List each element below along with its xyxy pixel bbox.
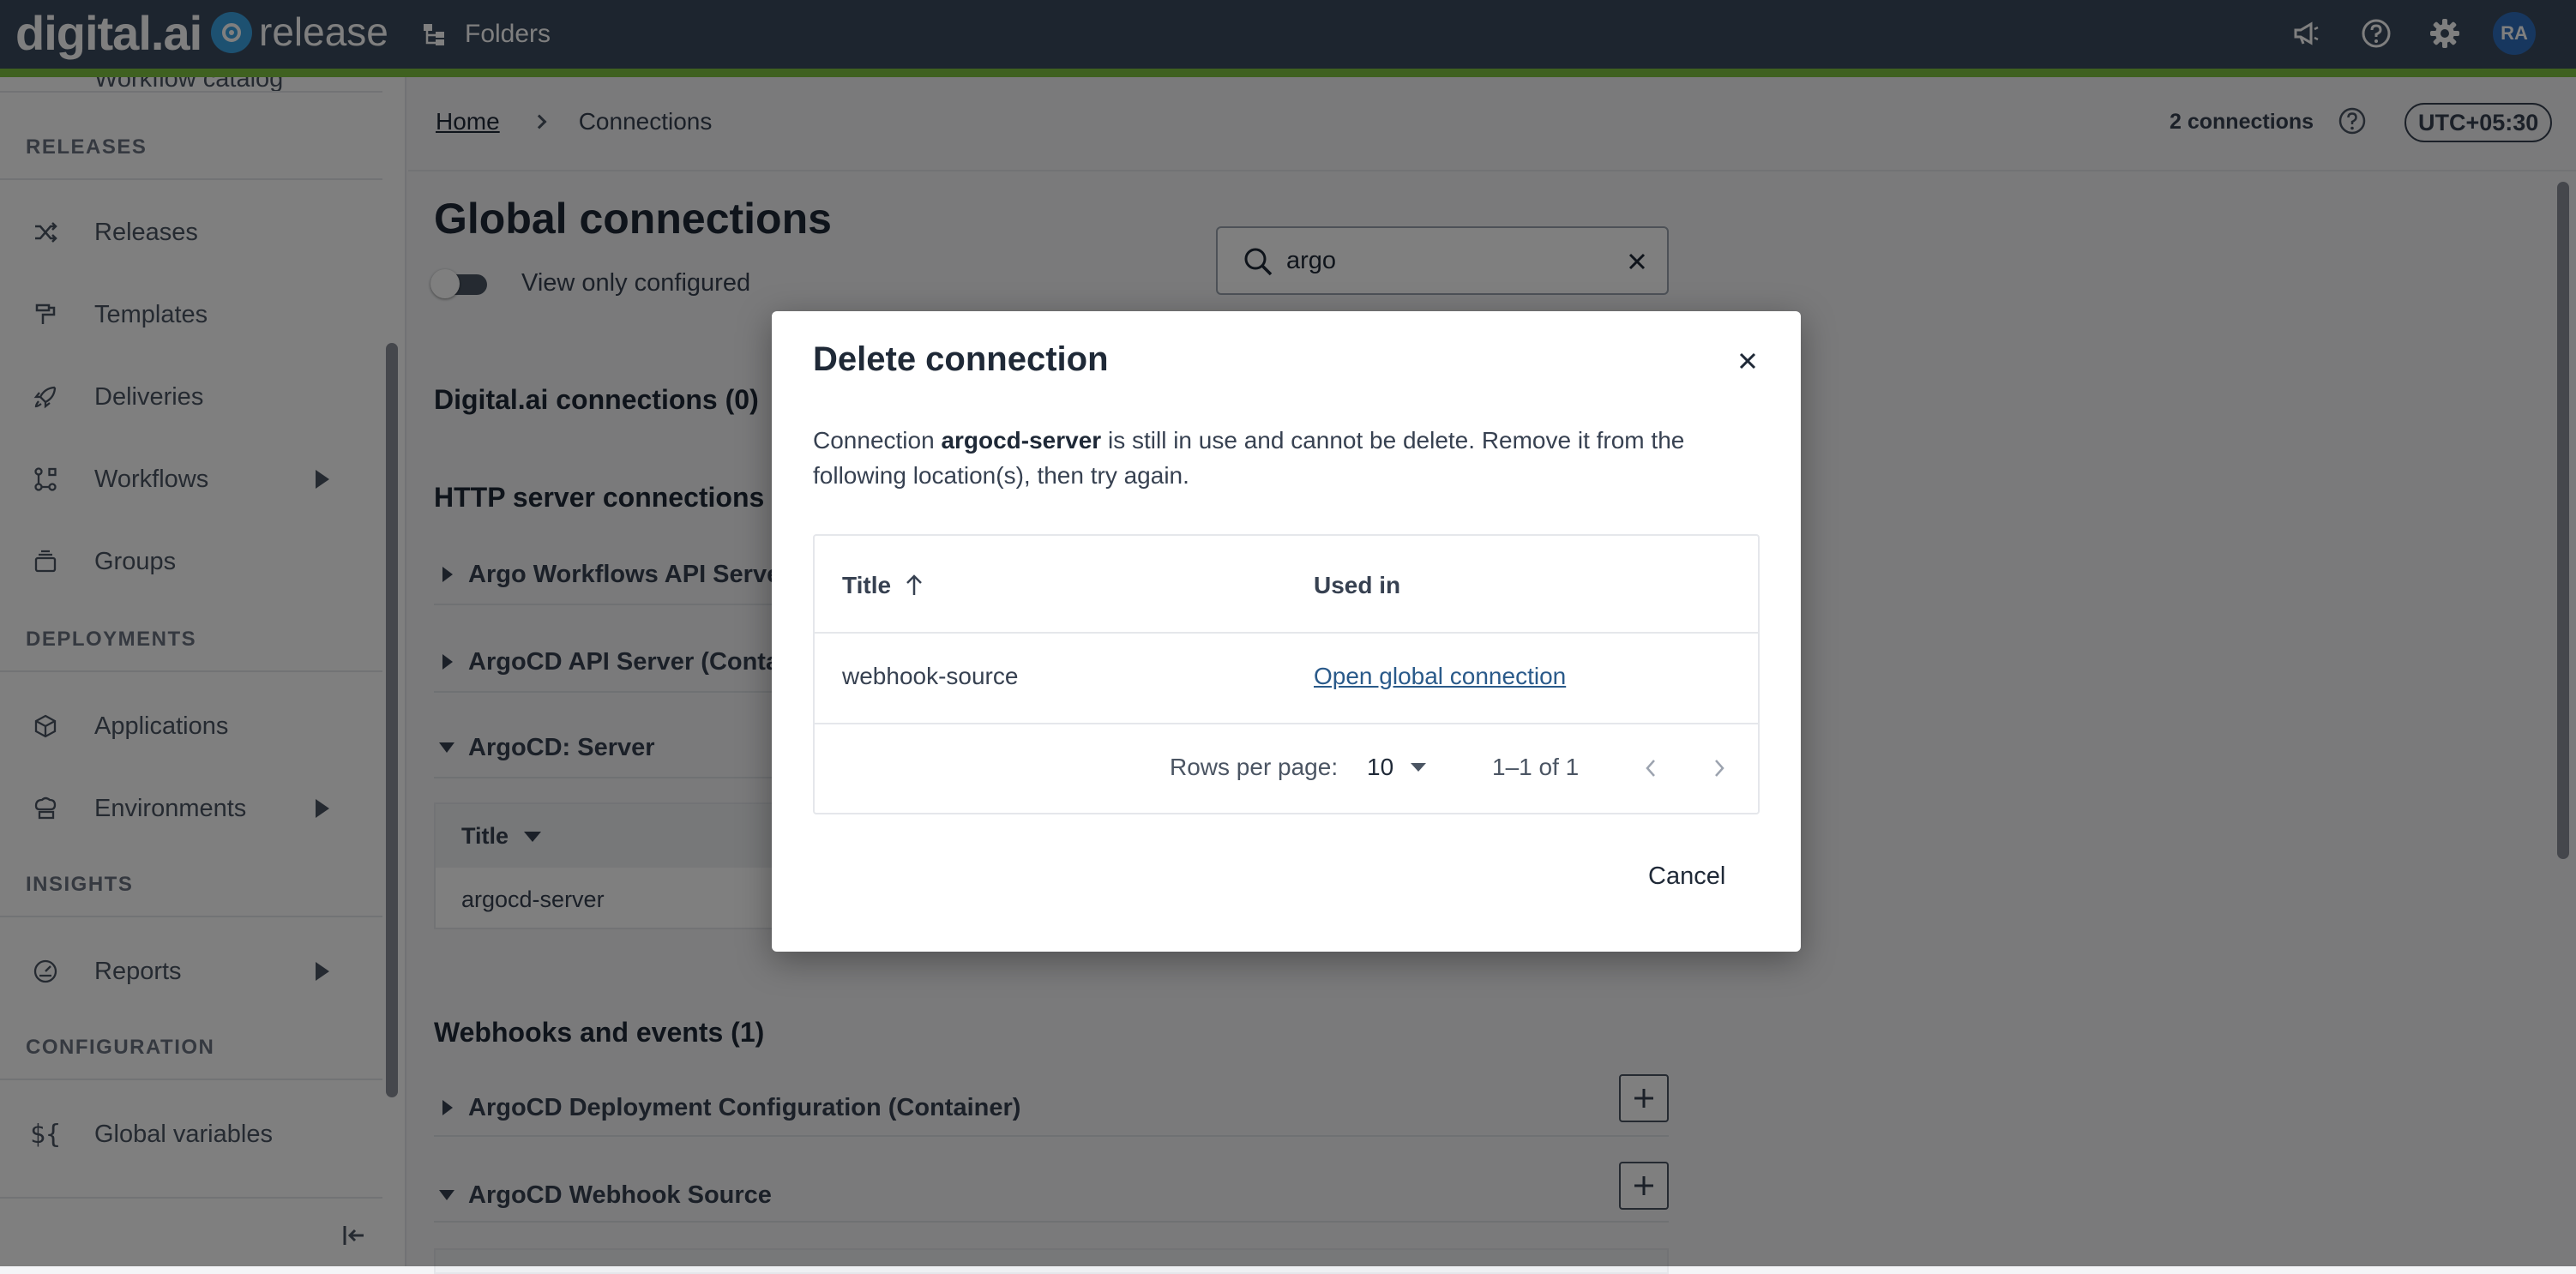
table-divider: [815, 723, 1758, 724]
cancel-button[interactable]: Cancel: [1631, 855, 1742, 898]
chevron-down-icon: [1411, 763, 1427, 772]
table-row-title: webhook-source: [842, 663, 1019, 689]
open-global-connection-link[interactable]: Open global connection: [1314, 663, 1566, 690]
column-header-used-in[interactable]: Used in: [1314, 572, 1400, 599]
message-prefix: Connection: [813, 427, 942, 454]
usage-table: Title Used in webhook-source Open global…: [813, 534, 1760, 814]
delete-connection-dialog: Delete connection Connection argocd-serv…: [772, 311, 1801, 952]
rows-per-page-select[interactable]: 10: [1367, 754, 1427, 781]
dialog-title: Delete connection: [813, 340, 1109, 378]
previous-page-icon[interactable]: [1638, 754, 1664, 783]
rows-per-page-label: Rows per page:: [1170, 754, 1339, 780]
connection-name: argocd-server: [941, 427, 1102, 454]
next-page-icon[interactable]: [1706, 754, 1732, 783]
dialog-message: Connection argocd-server is still in use…: [813, 423, 1756, 493]
close-icon[interactable]: [1736, 349, 1760, 373]
table-divider: [815, 632, 1758, 634]
column-header-label: Title: [842, 572, 892, 598]
rows-per-page-value: 10: [1367, 754, 1394, 780]
pagination-range: 1–1 of 1: [1492, 754, 1580, 780]
sort-ascending-arrow-icon: [906, 574, 922, 595]
column-header-title[interactable]: Title: [842, 572, 925, 599]
